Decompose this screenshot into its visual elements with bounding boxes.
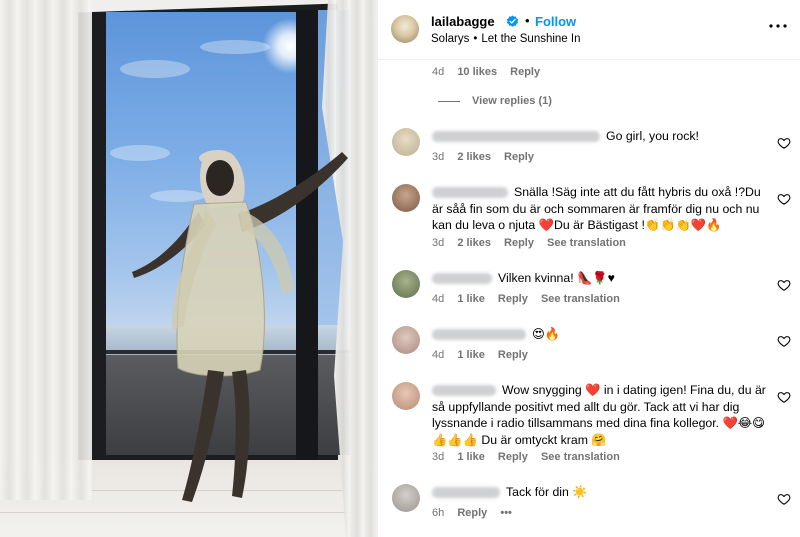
commenter-avatar[interactable]: [392, 382, 420, 410]
comment-body: Wow snygging ❤️ in i dating igen! Fina d…: [432, 382, 767, 448]
more-options-icon[interactable]: [766, 14, 790, 38]
commenter-username[interactable]: [432, 385, 496, 397]
comment-body: Tack för din ☀️: [432, 484, 767, 501]
commenter-avatar[interactable]: [392, 484, 420, 512]
commenter-username[interactable]: [432, 273, 492, 285]
photo-cloud: [120, 60, 190, 78]
comment-meta: 6h Reply •••: [432, 507, 522, 519]
comment-body: Go girl, you rock!: [432, 128, 767, 145]
comment-likes[interactable]: 2 likes: [457, 237, 491, 249]
comment-meta: 4d 10 likes Reply: [432, 66, 550, 78]
comment-time[interactable]: 4d: [432, 293, 444, 305]
comment-meta: 4d 1 like Reply See translation: [432, 293, 630, 305]
audio-artist[interactable]: Solarys: [431, 33, 469, 45]
audio-info[interactable]: Solarys • Let the Sunshine In: [431, 33, 581, 45]
see-translation-button[interactable]: See translation: [541, 293, 620, 305]
comment-time[interactable]: 4d: [432, 66, 444, 78]
comment-meta: 3d 2 likes Reply See translation: [432, 237, 636, 249]
commenter-avatar[interactable]: [392, 128, 420, 156]
comments-panel: lailabagge • Follow Solarys • Let the Suns…: [377, 0, 800, 537]
follow-button[interactable]: Follow: [535, 14, 576, 29]
view-replies-line: [438, 100, 460, 102]
comment-likes[interactable]: 1 like: [457, 349, 485, 361]
comment-time[interactable]: 3d: [432, 237, 444, 249]
comment-time[interactable]: 3d: [432, 151, 444, 163]
heart-outline-icon[interactable]: [777, 390, 791, 404]
audio-separator: •: [473, 33, 478, 45]
heart-outline-icon[interactable]: [777, 492, 791, 506]
heart-outline-icon[interactable]: [777, 278, 791, 292]
reply-button[interactable]: Reply: [498, 451, 528, 463]
comment-time[interactable]: 4d: [432, 349, 444, 361]
commenter-username[interactable]: [432, 131, 600, 143]
comment-text: 😍🔥: [532, 327, 561, 341]
reply-button[interactable]: Reply: [457, 507, 487, 519]
header-separator-dot: •: [525, 13, 530, 28]
photo-curtain-left: [0, 0, 92, 500]
comment-likes[interactable]: 1 like: [457, 293, 485, 305]
reply-button[interactable]: Reply: [504, 151, 534, 163]
heart-outline-icon[interactable]: [777, 192, 791, 206]
heart-outline-icon[interactable]: [777, 334, 791, 348]
commenter-username[interactable]: [432, 329, 526, 341]
commenter-username[interactable]: [432, 487, 500, 499]
commenter-username[interactable]: [432, 187, 508, 199]
comment-meta: 3d 1 like Reply See translation: [432, 451, 630, 463]
comment-body: 😍🔥: [432, 326, 767, 343]
post-header: lailabagge • Follow Solarys • Let the Suns…: [378, 0, 800, 60]
comment-likes[interactable]: 2 likes: [457, 151, 491, 163]
comment-time[interactable]: 6h: [432, 507, 444, 519]
comment-meta: 3d 2 likes Reply: [432, 151, 544, 163]
comment-likes[interactable]: 1 like: [457, 451, 485, 463]
verified-badge-icon: [506, 15, 519, 27]
comment-text: Tack för din ☀️: [506, 485, 588, 499]
comment-body: Snälla !Säg inte att du fått hybris du o…: [432, 184, 767, 234]
author-avatar[interactable]: [391, 15, 419, 43]
reply-button[interactable]: Reply: [504, 237, 534, 249]
reply-button[interactable]: Reply: [498, 293, 528, 305]
photo-woman-silhouette: [132, 149, 348, 502]
reply-button[interactable]: Reply: [498, 349, 528, 361]
view-replies-button[interactable]: View replies (1): [438, 95, 552, 107]
audio-title[interactable]: Let the Sunshine In: [481, 33, 580, 45]
reply-button[interactable]: Reply: [510, 66, 540, 78]
comment-meta: 4d 1 like Reply: [432, 349, 538, 361]
comment-body: Vilken kvinna! 👠🌹♥: [432, 270, 767, 287]
heart-outline-icon[interactable]: [777, 136, 791, 150]
commenter-avatar[interactable]: [392, 326, 420, 354]
photo-cloud: [200, 40, 270, 54]
comment-text: Vilken kvinna! 👠🌹♥: [498, 271, 615, 285]
author-username[interactable]: lailabagge: [431, 14, 495, 29]
instagram-post: lailabagge • Follow Solarys • Let the Suns…: [0, 0, 800, 537]
view-replies-label[interactable]: View replies (1): [472, 95, 552, 107]
more-icon[interactable]: •••: [500, 507, 512, 519]
commenter-avatar[interactable]: [392, 184, 420, 212]
see-translation-button[interactable]: See translation: [547, 237, 626, 249]
comment-likes[interactable]: 10 likes: [457, 66, 497, 78]
see-translation-button[interactable]: See translation: [541, 451, 620, 463]
commenter-avatar[interactable]: [392, 270, 420, 298]
comment-text: Go girl, you rock!: [606, 129, 699, 143]
post-photo[interactable]: [0, 0, 377, 537]
comment-time[interactable]: 3d: [432, 451, 444, 463]
